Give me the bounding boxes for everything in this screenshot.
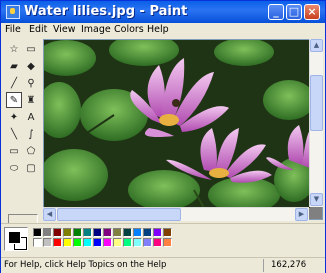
menu-bar: File Edit View Image Colors Help (1, 23, 325, 38)
horizontal-scrollbar[interactable]: ◀ ▶ (43, 207, 309, 221)
palette-swatch[interactable] (83, 228, 92, 237)
select-icon[interactable]: ▭ (23, 41, 39, 57)
palette-swatch[interactable] (33, 228, 42, 237)
palette-swatch[interactable] (143, 238, 152, 247)
palette-swatch[interactable] (163, 238, 172, 247)
palette-swatch[interactable] (153, 238, 162, 247)
status-bar: For Help, click Help Topics on the Help … (1, 257, 325, 273)
brush-icon[interactable]: ♜ (23, 92, 39, 108)
menu-image[interactable]: Image (81, 24, 111, 35)
palette-swatch[interactable] (113, 228, 122, 237)
rectangle-icon[interactable]: ▭ (6, 143, 22, 159)
curve-icon[interactable]: ∫ (23, 126, 39, 142)
menu-file[interactable]: File (5, 24, 21, 35)
polygon-icon[interactable]: ⬠ (23, 143, 39, 159)
palette-swatch[interactable] (43, 228, 52, 237)
close-button[interactable]: × (304, 4, 320, 20)
fill-bucket-icon[interactable]: ◆ (23, 58, 39, 74)
palette-swatch[interactable] (153, 228, 162, 237)
status-divider (263, 259, 264, 272)
palette-swatch[interactable] (113, 238, 122, 247)
paint-window: Water lilies.jpg - Paint _ □ × File Edit… (0, 0, 326, 273)
scroll-left-button[interactable]: ◀ (43, 208, 56, 221)
palette-swatch[interactable] (63, 228, 72, 237)
palette-swatch[interactable] (53, 238, 62, 247)
free-form-select-icon[interactable]: ☆ (6, 41, 22, 57)
palette-swatch[interactable] (133, 238, 142, 247)
window-title: Water lilies.jpg - Paint (24, 4, 188, 19)
palette-swatch[interactable] (73, 228, 82, 237)
menu-help[interactable]: Help (147, 24, 169, 35)
menu-colors[interactable]: Colors (114, 24, 144, 35)
scroll-down-button[interactable]: ▼ (310, 193, 323, 206)
palette-swatch[interactable] (163, 228, 172, 237)
color-picker-icon[interactable]: ╱ (6, 75, 22, 91)
palette-swatch[interactable] (133, 228, 142, 237)
palette-swatch[interactable] (143, 228, 152, 237)
scroll-up-button[interactable]: ▲ (310, 39, 323, 52)
palette-swatch[interactable] (123, 228, 132, 237)
magnifier-icon[interactable]: ⚲ (23, 75, 39, 91)
pencil-icon[interactable]: ✎ (6, 92, 22, 108)
scroll-right-button[interactable]: ▶ (295, 208, 308, 221)
canvas-area[interactable] (43, 39, 323, 220)
text-icon[interactable]: A (23, 109, 39, 125)
eraser-icon[interactable]: ▰ (6, 58, 22, 74)
toolbox: ☆ ▭ ▰ ◆ ╱ ⚲ ✎ ♜ ✦ A ╲ ∫ ▭ ⬠ ⬭ ▢ (4, 39, 40, 256)
rounded-rectangle-icon[interactable]: ▢ (23, 160, 39, 176)
airbrush-icon[interactable]: ✦ (6, 109, 22, 125)
vertical-scroll-thumb[interactable] (310, 75, 323, 131)
vertical-scrollbar[interactable]: ▲ ▼ (309, 39, 323, 207)
palette-swatch[interactable] (103, 228, 112, 237)
current-colors[interactable] (4, 227, 28, 251)
canvas-image[interactable] (44, 40, 310, 208)
palette-swatch[interactable] (123, 238, 132, 247)
palette-swatch[interactable] (83, 238, 92, 247)
status-help-text: For Help, click Help Topics on the Help (4, 260, 167, 270)
minimize-button[interactable]: _ (268, 4, 284, 20)
palette-swatch[interactable] (63, 238, 72, 247)
maximize-button[interactable]: □ (286, 4, 302, 20)
line-icon[interactable]: ╲ (6, 126, 22, 142)
paint-app-icon[interactable] (6, 5, 20, 19)
palette-swatch[interactable] (73, 238, 82, 247)
menu-edit[interactable]: Edit (29, 24, 47, 35)
palette-swatch[interactable] (33, 238, 42, 247)
ellipse-icon[interactable]: ⬭ (6, 160, 22, 176)
status-coordinates: 162,276 (271, 260, 307, 270)
palette-swatch[interactable] (93, 228, 102, 237)
menu-view[interactable]: View (53, 24, 76, 35)
foreground-color-swatch[interactable] (8, 231, 21, 244)
palette-swatch[interactable] (43, 238, 52, 247)
color-palette (1, 223, 325, 257)
palette-swatch[interactable] (103, 238, 112, 247)
palette-swatch[interactable] (93, 238, 102, 247)
title-bar[interactable]: Water lilies.jpg - Paint _ □ × (1, 1, 325, 23)
horizontal-scroll-thumb[interactable] (57, 208, 181, 221)
palette-swatch[interactable] (53, 228, 62, 237)
